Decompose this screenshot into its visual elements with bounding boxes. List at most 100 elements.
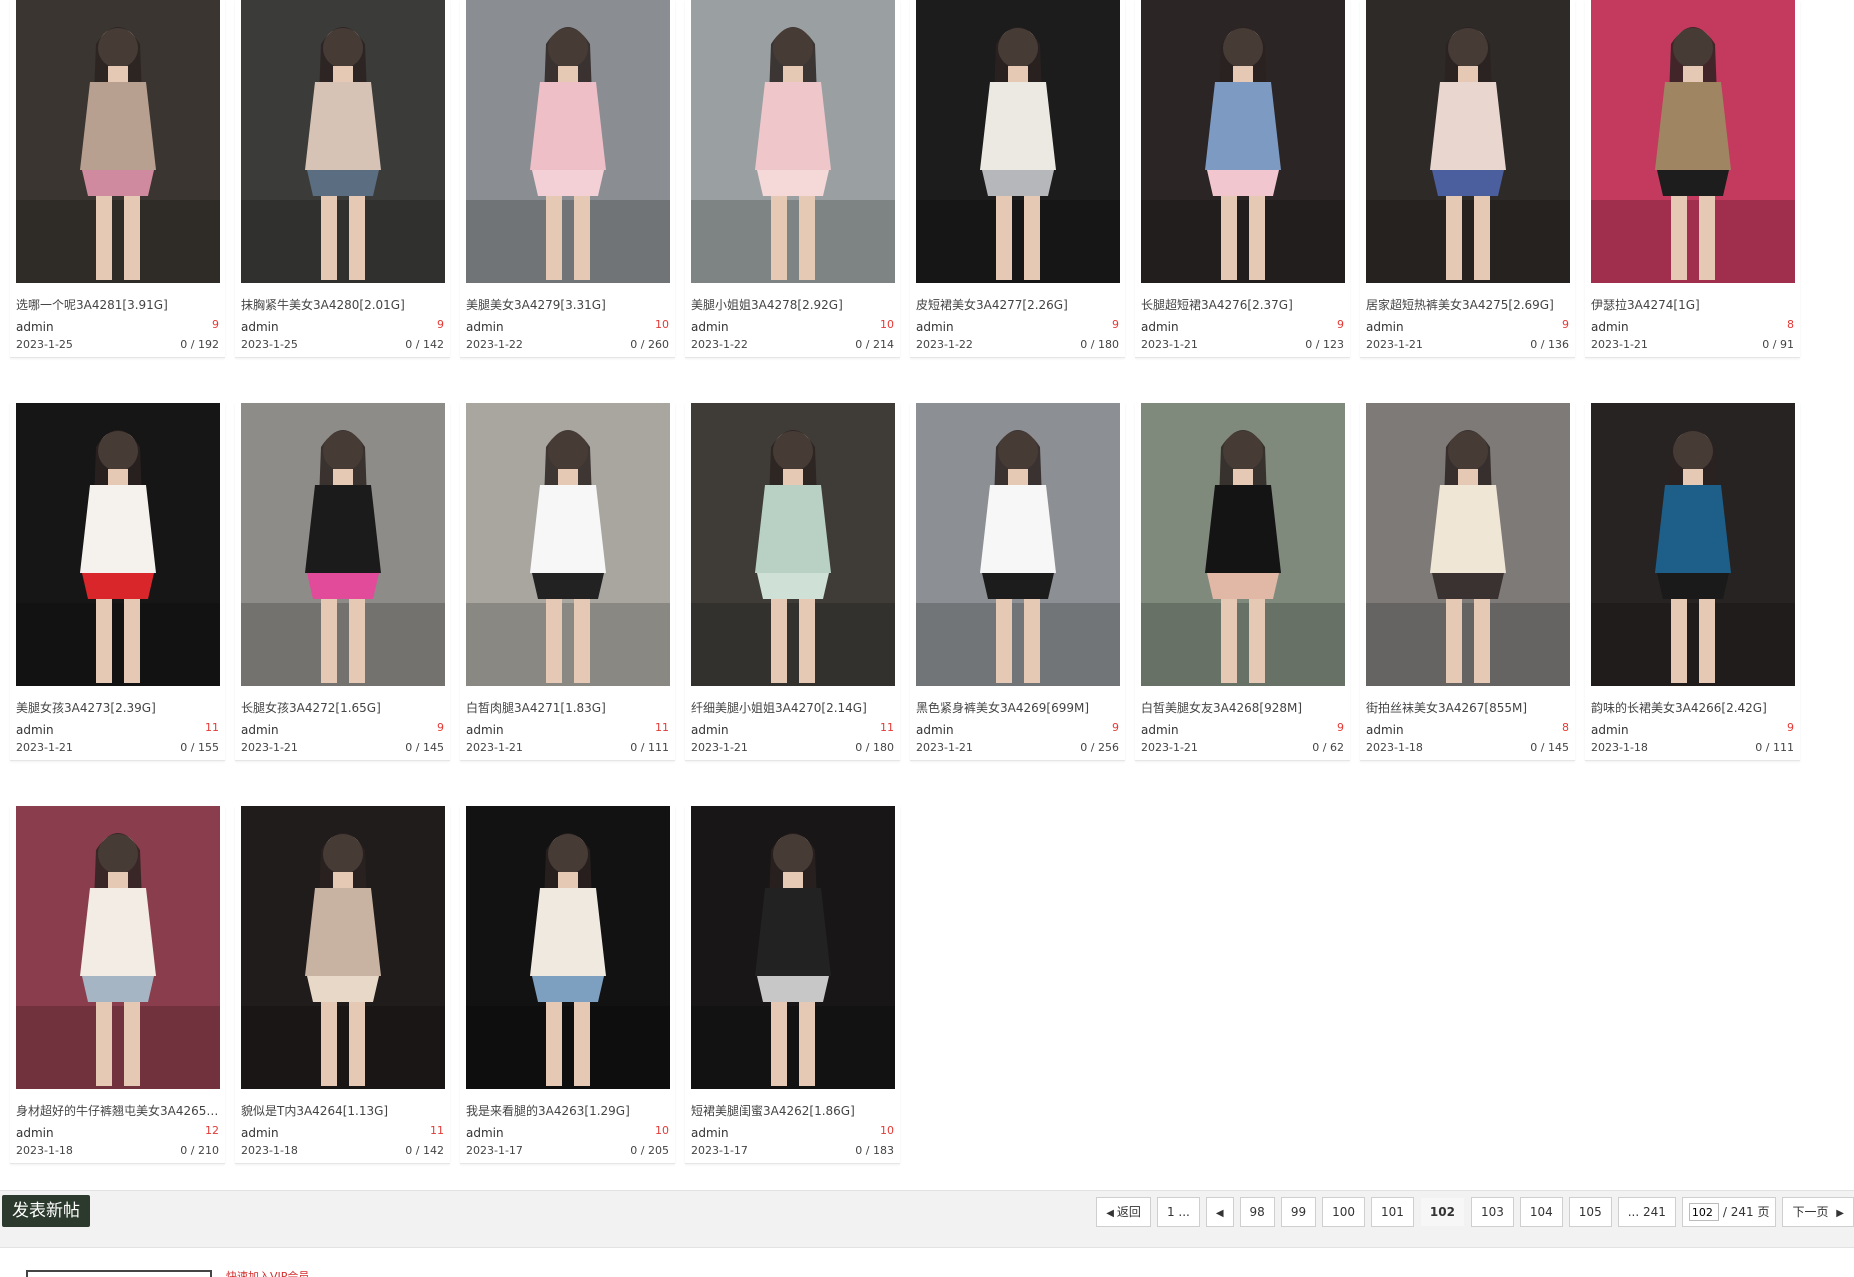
thread-date: 2023-1-21 — [241, 741, 298, 754]
thread-card: 韵味的长裙美女3A4266[2.42G] admin 9 2023-1-18 0… — [1585, 403, 1800, 761]
page-100[interactable]: 100 — [1322, 1197, 1366, 1227]
thread-title[interactable]: 皮短裙美女3A4277[2.26G] — [916, 296, 1120, 313]
thread-title[interactable]: 短裙美腿闺蜜3A4262[1.86G] — [691, 1102, 895, 1119]
thread-thumbnail[interactable] — [691, 806, 895, 1089]
thread-title[interactable]: 抹胸紧牛美女3A4280[2.01G] — [241, 296, 445, 313]
thread-author[interactable]: admin — [16, 320, 54, 334]
thread-title[interactable]: 纤细美腿小姐姐3A4270[2.14G] — [691, 699, 895, 716]
thread-author[interactable]: admin — [466, 723, 504, 737]
thread-thumbnail[interactable] — [16, 0, 220, 283]
thread-card: 纤细美腿小姐姐3A4270[2.14G] admin 11 2023-1-21 … — [685, 403, 900, 761]
thread-thumbnail[interactable] — [241, 806, 445, 1089]
thread-thumbnail[interactable] — [241, 403, 445, 686]
thread-author[interactable]: admin — [16, 1126, 54, 1140]
thread-author[interactable]: admin — [1141, 320, 1179, 334]
page-99[interactable]: 99 — [1280, 1197, 1317, 1227]
thread-author[interactable]: admin — [241, 320, 279, 334]
image-count-badge: 11 — [205, 721, 219, 734]
reply-view-stats: 0 / 111 — [630, 741, 669, 754]
page-104[interactable]: 104 — [1519, 1197, 1563, 1227]
thread-thumbnail[interactable] — [1141, 403, 1345, 686]
thread-thumbnail[interactable] — [466, 403, 670, 686]
image-count-badge: 11 — [880, 721, 894, 734]
page-105[interactable]: 105 — [1568, 1197, 1612, 1227]
thread-date: 2023-1-21 — [691, 741, 748, 754]
thread-author[interactable]: admin — [916, 320, 954, 334]
image-count-badge: 12 — [205, 1124, 219, 1137]
thread-thumbnail[interactable] — [1366, 403, 1570, 686]
thread-date: 2023-1-22 — [916, 338, 973, 351]
thread-title[interactable]: 韵味的长裙美女3A4266[2.42G] — [1591, 699, 1795, 716]
thread-title[interactable]: 长腿女孩3A4272[1.65G] — [241, 699, 445, 716]
thread-title[interactable]: 白皙肉腿3A4271[1.83G] — [466, 699, 670, 716]
thread-thumbnail[interactable] — [16, 403, 220, 686]
page-jump: / 241 页 — [1681, 1197, 1777, 1227]
thread-author[interactable]: admin — [241, 1126, 279, 1140]
thread-thumbnail[interactable] — [1591, 403, 1795, 686]
thread-card: 短裙美腿闺蜜3A4262[1.86G] admin 10 2023-1-17 0… — [685, 806, 900, 1164]
thread-author[interactable]: admin — [1141, 723, 1179, 737]
prev-page-button[interactable]: ◀ — [1205, 1197, 1234, 1227]
page-98[interactable]: 98 — [1239, 1197, 1275, 1227]
thread-author[interactable]: admin — [466, 1126, 504, 1140]
thread-author[interactable]: admin — [916, 723, 954, 737]
thread-author[interactable]: admin — [1366, 320, 1404, 334]
thread-author[interactable]: admin — [691, 320, 729, 334]
thread-date: 2023-1-22 — [466, 338, 523, 351]
thread-thumbnail[interactable] — [1141, 0, 1345, 283]
thread-author[interactable]: admin — [1591, 723, 1629, 737]
thread-thumbnail[interactable] — [916, 0, 1120, 283]
image-count-badge: 10 — [655, 1124, 669, 1137]
page-101[interactable]: 101 — [1371, 1197, 1414, 1227]
thread-thumbnail[interactable] — [466, 0, 670, 283]
reply-view-stats: 0 / 183 — [855, 1144, 894, 1157]
thread-title[interactable]: 美腿小姐姐3A4278[2.92G] — [691, 296, 895, 313]
reply-view-stats: 0 / 205 — [630, 1144, 669, 1157]
thread-title[interactable]: 白皙美腿女友3A4268[928M] — [1141, 699, 1345, 716]
vip-link[interactable]: 快速加入VIP会员 — [226, 1268, 336, 1277]
thread-thumbnail[interactable] — [1366, 0, 1570, 283]
thread-title[interactable]: 居家超短热裤美女3A4275[2.69G] — [1366, 296, 1570, 313]
thread-author[interactable]: admin — [16, 723, 54, 737]
footer-search-box[interactable] — [26, 1270, 212, 1277]
page-first[interactable]: 1 ... — [1156, 1197, 1200, 1227]
thread-card: 貌似是T内3A4264[1.13G] admin 11 2023-1-18 0 … — [235, 806, 450, 1164]
thread-thumbnail[interactable] — [16, 806, 220, 1089]
image-count-badge: 9 — [1562, 318, 1569, 331]
image-count-badge: 9 — [1112, 721, 1119, 734]
next-page-button[interactable]: 下一页 ▶ — [1782, 1197, 1854, 1227]
thread-thumbnail[interactable] — [691, 0, 895, 283]
thread-author[interactable]: admin — [1366, 723, 1404, 737]
thread-thumbnail[interactable] — [916, 403, 1120, 686]
reply-view-stats: 0 / 145 — [1530, 741, 1569, 754]
thread-thumbnail[interactable] — [241, 0, 445, 283]
thread-title[interactable]: 美腿美女3A4279[3.31G] — [466, 296, 670, 313]
thread-title[interactable]: 我是来看腿的3A4263[1.29G] — [466, 1102, 670, 1119]
thread-card: 伊瑟拉3A4274[1G] admin 8 2023-1-21 0 / 91 — [1585, 0, 1800, 358]
image-count-badge: 9 — [1787, 721, 1794, 734]
thread-author[interactable]: admin — [241, 723, 279, 737]
page-103[interactable]: 103 — [1470, 1197, 1514, 1227]
reply-view-stats: 0 / 192 — [180, 338, 219, 351]
thread-title[interactable]: 伊瑟拉3A4274[1G] — [1591, 296, 1795, 313]
thread-title[interactable]: 街拍丝袜美女3A4267[855M] — [1366, 699, 1570, 716]
new-post-button[interactable]: 发表新帖 — [2, 1195, 90, 1227]
back-button[interactable]: ◀ 返回 — [1096, 1197, 1151, 1227]
thread-title[interactable]: 黑色紧身裤美女3A4269[699M] — [916, 699, 1120, 716]
thread-title[interactable]: 选哪一个呢3A4281[3.91G] — [16, 296, 220, 313]
thread-thumbnail[interactable] — [466, 806, 670, 1089]
thread-thumbnail[interactable] — [1591, 0, 1795, 283]
thread-author[interactable]: admin — [691, 1126, 729, 1140]
thread-title[interactable]: 长腿超短裙3A4276[2.37G] — [1141, 296, 1345, 313]
reply-view-stats: 0 / 142 — [405, 338, 444, 351]
page-jump-input[interactable] — [1688, 1203, 1719, 1221]
thread-author[interactable]: admin — [691, 723, 729, 737]
thread-title[interactable]: 身材超好的牛仔裤翘屯美女3A4265[2.31G] — [16, 1102, 220, 1119]
thread-thumbnail[interactable] — [691, 403, 895, 686]
reply-view-stats: 0 / 136 — [1530, 338, 1569, 351]
page-last[interactable]: ... 241 — [1617, 1197, 1676, 1227]
thread-author[interactable]: admin — [1591, 320, 1629, 334]
thread-title[interactable]: 美腿女孩3A4273[2.39G] — [16, 699, 220, 716]
thread-title[interactable]: 貌似是T内3A4264[1.13G] — [241, 1102, 445, 1119]
thread-author[interactable]: admin — [466, 320, 504, 334]
